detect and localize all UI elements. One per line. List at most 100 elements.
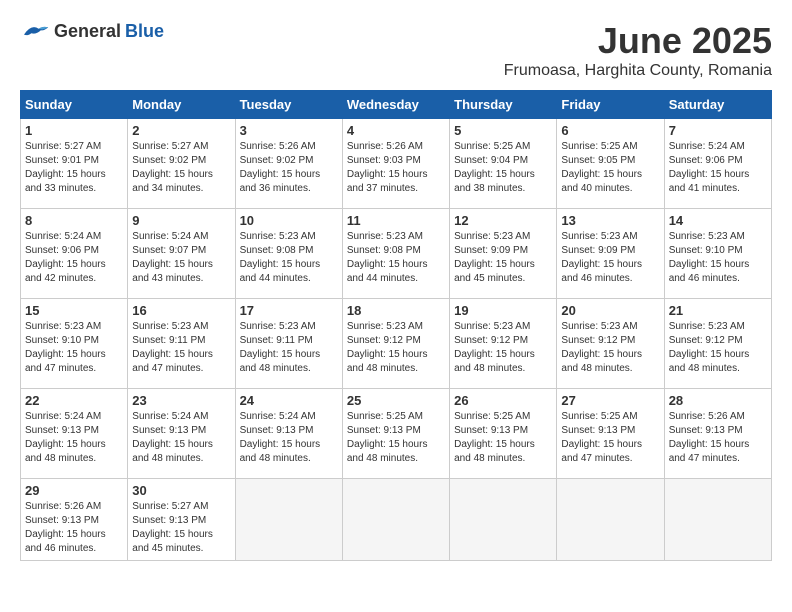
day-number: 3 — [240, 123, 338, 138]
day-number: 25 — [347, 393, 445, 408]
calendar-week-1: 1 Sunrise: 5:27 AMSunset: 9:01 PMDaylight… — [21, 119, 772, 209]
day-number: 6 — [561, 123, 659, 138]
table-row — [664, 479, 771, 561]
day-number: 22 — [25, 393, 123, 408]
day-info: Sunrise: 5:25 AMSunset: 9:04 PMDaylight:… — [454, 140, 552, 196]
day-info: Sunrise: 5:23 AMSunset: 9:11 PMDaylight:… — [240, 320, 338, 376]
header-thursday: Thursday — [450, 91, 557, 119]
day-number: 19 — [454, 303, 552, 318]
header: General Blue June 2025 Frumoasa, Harghit… — [20, 20, 772, 80]
day-info: Sunrise: 5:24 AMSunset: 9:07 PMDaylight:… — [132, 230, 230, 286]
day-number: 18 — [347, 303, 445, 318]
day-info: Sunrise: 5:25 AMSunset: 9:13 PMDaylight:… — [347, 410, 445, 466]
day-info: Sunrise: 5:26 AMSunset: 9:02 PMDaylight:… — [240, 140, 338, 196]
day-number: 29 — [25, 483, 123, 498]
calendar-week-5: 29 Sunrise: 5:26 AMSunset: 9:13 PMDayligh… — [21, 479, 772, 561]
table-row: 17 Sunrise: 5:23 AMSunset: 9:11 PMDayligh… — [235, 299, 342, 389]
table-row: 16Sunrise: 5:23 AMSunset: 9:11 PMDayligh… — [128, 299, 235, 389]
day-number: 9 — [132, 213, 230, 228]
calendar-week-2: 8 Sunrise: 5:24 AMSunset: 9:06 PMDaylight… — [21, 209, 772, 299]
day-number: 17 — [240, 303, 338, 318]
table-row: 14 Sunrise: 5:23 AMSunset: 9:10 PMDayligh… — [664, 209, 771, 299]
day-number: 1 — [25, 123, 123, 138]
day-info: Sunrise: 5:26 AMSunset: 9:13 PMDaylight:… — [25, 500, 123, 556]
day-number: 2 — [132, 123, 230, 138]
header-friday: Friday — [557, 91, 664, 119]
day-info: Sunrise: 5:23 AMSunset: 9:10 PMDaylight:… — [669, 230, 767, 286]
table-row: 5Sunrise: 5:25 AMSunset: 9:04 PMDaylight… — [450, 119, 557, 209]
day-info: Sunrise: 5:26 AMSunset: 9:03 PMDaylight:… — [347, 140, 445, 196]
day-number: 14 — [669, 213, 767, 228]
table-row: 4 Sunrise: 5:26 AMSunset: 9:03 PMDaylight… — [342, 119, 449, 209]
logo-bird-icon — [20, 20, 50, 42]
table-row: 30Sunrise: 5:27 AMSunset: 9:13 PMDayligh… — [128, 479, 235, 561]
day-number: 21 — [669, 303, 767, 318]
day-number: 12 — [454, 213, 552, 228]
day-number: 8 — [25, 213, 123, 228]
day-number: 20 — [561, 303, 659, 318]
day-info: Sunrise: 5:24 AMSunset: 9:06 PMDaylight:… — [669, 140, 767, 196]
table-row: 24 Sunrise: 5:24 AMSunset: 9:13 PMDayligh… — [235, 389, 342, 479]
table-row: 26 Sunrise: 5:25 AMSunset: 9:13 PMDayligh… — [450, 389, 557, 479]
day-info: Sunrise: 5:27 AMSunset: 9:02 PMDaylight:… — [132, 140, 230, 196]
table-row — [557, 479, 664, 561]
day-info: Sunrise: 5:23 AMSunset: 9:08 PMDaylight:… — [347, 230, 445, 286]
table-row — [235, 479, 342, 561]
table-row: 9 Sunrise: 5:24 AMSunset: 9:07 PMDaylight… — [128, 209, 235, 299]
logo: General Blue — [20, 20, 164, 42]
day-info: Sunrise: 5:25 AMSunset: 9:13 PMDaylight:… — [454, 410, 552, 466]
header-tuesday: Tuesday — [235, 91, 342, 119]
table-row: 19 Sunrise: 5:23 AMSunset: 9:12 PMDayligh… — [450, 299, 557, 389]
table-row: 18 Sunrise: 5:23 AMSunset: 9:12 PMDayligh… — [342, 299, 449, 389]
table-row: 20 Sunrise: 5:23 AMSunset: 9:12 PMDayligh… — [557, 299, 664, 389]
header-sunday: Sunday — [21, 91, 128, 119]
day-info: Sunrise: 5:23 AMSunset: 9:12 PMDaylight:… — [347, 320, 445, 376]
month-title: June 2025 — [504, 20, 772, 62]
calendar-table: Sunday Monday Tuesday Wednesday Thursday… — [20, 90, 772, 561]
day-info: Sunrise: 5:25 AMSunset: 9:13 PMDaylight:… — [561, 410, 659, 466]
day-number: 10 — [240, 213, 338, 228]
day-number: 16 — [132, 303, 230, 318]
day-info: Sunrise: 5:27 AMSunset: 9:01 PMDaylight:… — [25, 140, 123, 196]
day-info: Sunrise: 5:23 AMSunset: 9:12 PMDaylight:… — [454, 320, 552, 376]
header-saturday: Saturday — [664, 91, 771, 119]
title-section: June 2025 Frumoasa, Harghita County, Rom… — [504, 20, 772, 80]
calendar-header-row: Sunday Monday Tuesday Wednesday Thursday… — [21, 91, 772, 119]
table-row: 15Sunrise: 5:23 AMSunset: 9:10 PMDayligh… — [21, 299, 128, 389]
calendar-week-3: 15Sunrise: 5:23 AMSunset: 9:10 PMDayligh… — [21, 299, 772, 389]
day-number: 24 — [240, 393, 338, 408]
calendar-week-4: 22 Sunrise: 5:24 AMSunset: 9:13 PMDayligh… — [21, 389, 772, 479]
table-row: 11 Sunrise: 5:23 AMSunset: 9:08 PMDayligh… — [342, 209, 449, 299]
day-info: Sunrise: 5:23 AMSunset: 9:12 PMDaylight:… — [561, 320, 659, 376]
day-number: 13 — [561, 213, 659, 228]
day-info: Sunrise: 5:23 AMSunset: 9:12 PMDaylight:… — [669, 320, 767, 376]
day-info: Sunrise: 5:24 AMSunset: 9:06 PMDaylight:… — [25, 230, 123, 286]
table-row: 13 Sunrise: 5:23 AMSunset: 9:09 PMDayligh… — [557, 209, 664, 299]
day-info: Sunrise: 5:26 AMSunset: 9:13 PMDaylight:… — [669, 410, 767, 466]
table-row: 29 Sunrise: 5:26 AMSunset: 9:13 PMDayligh… — [21, 479, 128, 561]
table-row: 12Sunrise: 5:23 AMSunset: 9:09 PMDayligh… — [450, 209, 557, 299]
day-number: 4 — [347, 123, 445, 138]
table-row: 3 Sunrise: 5:26 AMSunset: 9:02 PMDaylight… — [235, 119, 342, 209]
location-subtitle: Frumoasa, Harghita County, Romania — [504, 62, 772, 80]
day-number: 15 — [25, 303, 123, 318]
table-row: 1 Sunrise: 5:27 AMSunset: 9:01 PMDaylight… — [21, 119, 128, 209]
logo-blue-text: Blue — [125, 21, 164, 42]
day-number: 11 — [347, 213, 445, 228]
table-row: 22Sunrise: 5:24 AMSunset: 9:13 PMDayligh… — [21, 389, 128, 479]
day-info: Sunrise: 5:23 AMSunset: 9:09 PMDaylight:… — [561, 230, 659, 286]
logo-general-text: General — [54, 21, 121, 42]
table-row: 10 Sunrise: 5:23 AMSunset: 9:08 PMDayligh… — [235, 209, 342, 299]
table-row — [450, 479, 557, 561]
day-number: 27 — [561, 393, 659, 408]
day-number: 30 — [132, 483, 230, 498]
day-info: Sunrise: 5:23 AMSunset: 9:08 PMDaylight:… — [240, 230, 338, 286]
day-number: 26 — [454, 393, 552, 408]
day-info: Sunrise: 5:24 AMSunset: 9:13 PMDaylight:… — [240, 410, 338, 466]
table-row: 6Sunrise: 5:25 AMSunset: 9:05 PMDaylight… — [557, 119, 664, 209]
table-row: 28Sunrise: 5:26 AMSunset: 9:13 PMDayligh… — [664, 389, 771, 479]
header-wednesday: Wednesday — [342, 91, 449, 119]
table-row: 25 Sunrise: 5:25 AMSunset: 9:13 PMDayligh… — [342, 389, 449, 479]
day-number: 7 — [669, 123, 767, 138]
table-row: 21 Sunrise: 5:23 AMSunset: 9:12 PMDayligh… — [664, 299, 771, 389]
